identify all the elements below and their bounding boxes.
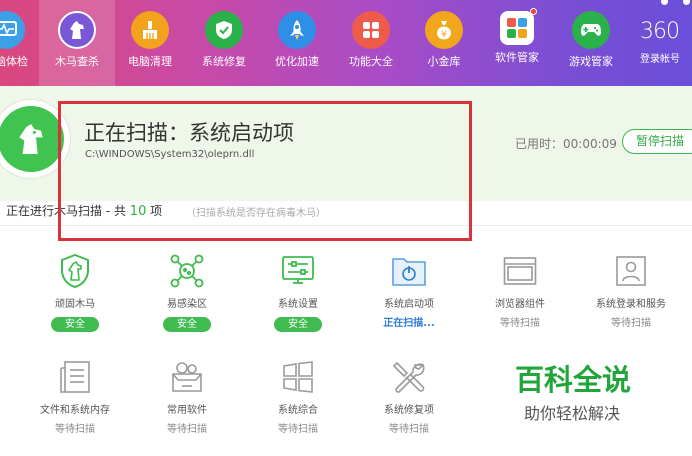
scan-item-label: 浏览器组件 bbox=[495, 299, 545, 310]
grid-icon bbox=[352, 11, 390, 49]
scan-progress-row: 正在进行木马扫描 - 共 10 项 （扫描系统是否存在病毒木马） bbox=[0, 201, 692, 226]
trojan-horse-icon bbox=[58, 11, 96, 49]
window-controls[interactable] bbox=[655, 0, 692, 6]
nav-label: 系统修复 bbox=[202, 55, 246, 68]
scan-item-label: 系统综合 bbox=[278, 405, 318, 416]
scan-item-label: 顽固木马 bbox=[55, 299, 95, 310]
nav-item-vault[interactable]: ¥ 小金库 bbox=[406, 11, 482, 69]
scan-item-files-memory[interactable]: 文件和系统内存 等待扫描 bbox=[20, 357, 130, 436]
shield-icon bbox=[205, 11, 243, 49]
svg-text:¥: ¥ bbox=[441, 30, 447, 40]
nav-item-game-manager[interactable]: 游戏管家 bbox=[553, 11, 629, 69]
nav-item-health-check[interactable]: 电脑体检 bbox=[0, 11, 44, 69]
status-badge: 安全 bbox=[163, 317, 211, 332]
progress-prefix: 正在进行木马扫描 - 共 bbox=[6, 204, 126, 218]
scan-item-login-services[interactable]: 系统登录和服务 等待扫描 bbox=[576, 251, 686, 330]
scan-item-common-software[interactable]: 常用软件 等待扫描 bbox=[132, 357, 242, 436]
watermark-subtitle: 助你轻松解决 bbox=[524, 404, 621, 423]
broom-icon bbox=[131, 11, 169, 49]
nav-label: 游戏管家 bbox=[569, 55, 613, 68]
windows-logo-icon bbox=[278, 357, 318, 397]
nav-item-trojan-scan[interactable]: 木马查杀 bbox=[39, 0, 115, 86]
nav-label: 木马查杀 bbox=[55, 55, 99, 68]
status-badge: 安全 bbox=[51, 317, 99, 332]
horse-shield-icon bbox=[55, 251, 95, 291]
scan-item-label: 易感染区 bbox=[167, 299, 207, 310]
nav-label: 优化加速 bbox=[275, 55, 319, 68]
nav-label: 小金库 bbox=[427, 55, 461, 68]
progress-count: 10 bbox=[129, 204, 147, 219]
top-navigation-bar: 电脑体检 木马查杀 电脑清理 系统修复 优化加速 功能大全 ¥ 小 bbox=[0, 0, 692, 86]
nav-label: 电脑清理 bbox=[128, 55, 172, 68]
apps-icon bbox=[500, 8, 537, 45]
browser-window-icon bbox=[500, 251, 540, 291]
status-badge: 安全 bbox=[274, 317, 322, 332]
progress-suffix: 项 bbox=[150, 204, 163, 218]
software-box-icon bbox=[167, 357, 207, 397]
nav-item-system-repair[interactable]: 系统修复 bbox=[186, 11, 262, 69]
document-icon bbox=[55, 357, 95, 397]
nav-item-features[interactable]: 功能大全 bbox=[333, 11, 409, 69]
scan-item-label: 常用软件 bbox=[167, 405, 207, 416]
virus-icon bbox=[167, 251, 207, 291]
scan-item-label: 系统修复项 bbox=[384, 405, 434, 416]
startup-folder-icon bbox=[389, 251, 429, 291]
scan-item-label: 系统启动项 bbox=[384, 299, 434, 310]
status-text: 等待扫描 bbox=[167, 424, 207, 435]
nav-label: 软件管家 bbox=[495, 51, 539, 64]
scan-item-stubborn-trojan[interactable]: 顽固木马 安全 bbox=[20, 251, 130, 332]
scan-progress-text: 正在进行木马扫描 - 共 10 项 bbox=[6, 202, 162, 219]
scan-item-system-settings[interactable]: 系统设置 安全 bbox=[243, 251, 353, 332]
scan-item-startup-items[interactable]: 系统启动项 正在扫描... bbox=[354, 251, 464, 330]
nav-item-cleanup[interactable]: 电脑清理 bbox=[112, 11, 188, 69]
status-text: 等待扫描 bbox=[611, 318, 651, 329]
watermark-title: 百科全说 bbox=[515, 363, 632, 397]
settings-sliders-icon bbox=[278, 251, 318, 291]
scan-item-label: 系统登录和服务 bbox=[596, 299, 666, 310]
brand-logo: 360 bbox=[640, 19, 680, 44]
user-card-icon bbox=[611, 251, 651, 291]
nav-item-software-manager[interactable]: 软件管家 bbox=[479, 8, 555, 65]
health-check-icon bbox=[0, 11, 25, 49]
rocket-icon bbox=[278, 11, 316, 49]
status-text: 等待扫描 bbox=[389, 424, 429, 435]
scan-title: 正在扫描：系统启动项 bbox=[84, 121, 294, 145]
login-account-link[interactable]: 登录帐号 bbox=[640, 50, 692, 65]
money-bag-icon: ¥ bbox=[425, 11, 463, 49]
status-text: 等待扫描 bbox=[55, 424, 95, 435]
gamepad-icon bbox=[572, 11, 610, 49]
nav-item-speed-up[interactable]: 优化加速 bbox=[259, 11, 335, 69]
nav-label: 电脑体检 bbox=[0, 55, 28, 68]
elapsed-time: 已用时：00:00:09 bbox=[515, 137, 617, 151]
nav-label: 功能大全 bbox=[349, 55, 393, 68]
scan-item-vulnerable-areas[interactable]: 易感染区 安全 bbox=[132, 251, 242, 332]
scan-item-browser-components[interactable]: 浏览器组件 等待扫描 bbox=[465, 251, 575, 330]
progress-hint: （扫描系统是否存在病毒木马） bbox=[186, 208, 326, 219]
trojan-horse-icon bbox=[0, 106, 64, 172]
scan-item-label: 文件和系统内存 bbox=[40, 405, 110, 416]
status-text: 等待扫描 bbox=[500, 318, 540, 329]
scan-item-system-general[interactable]: 系统综合 等待扫描 bbox=[243, 357, 353, 436]
pause-scan-button[interactable]: 暂停扫描 bbox=[622, 129, 692, 154]
scan-item-repair-items[interactable]: 系统修复项 等待扫描 bbox=[354, 357, 464, 436]
scan-file-path: C:\WINDOWS\System32\oleprn.dll bbox=[85, 149, 255, 160]
scan-item-label: 系统设置 bbox=[278, 299, 318, 310]
status-text: 等待扫描 bbox=[278, 424, 318, 435]
brand-area[interactable]: 360 登录帐号 bbox=[640, 19, 692, 66]
status-text: 正在扫描... bbox=[383, 318, 435, 329]
repair-tools-icon bbox=[389, 357, 429, 397]
